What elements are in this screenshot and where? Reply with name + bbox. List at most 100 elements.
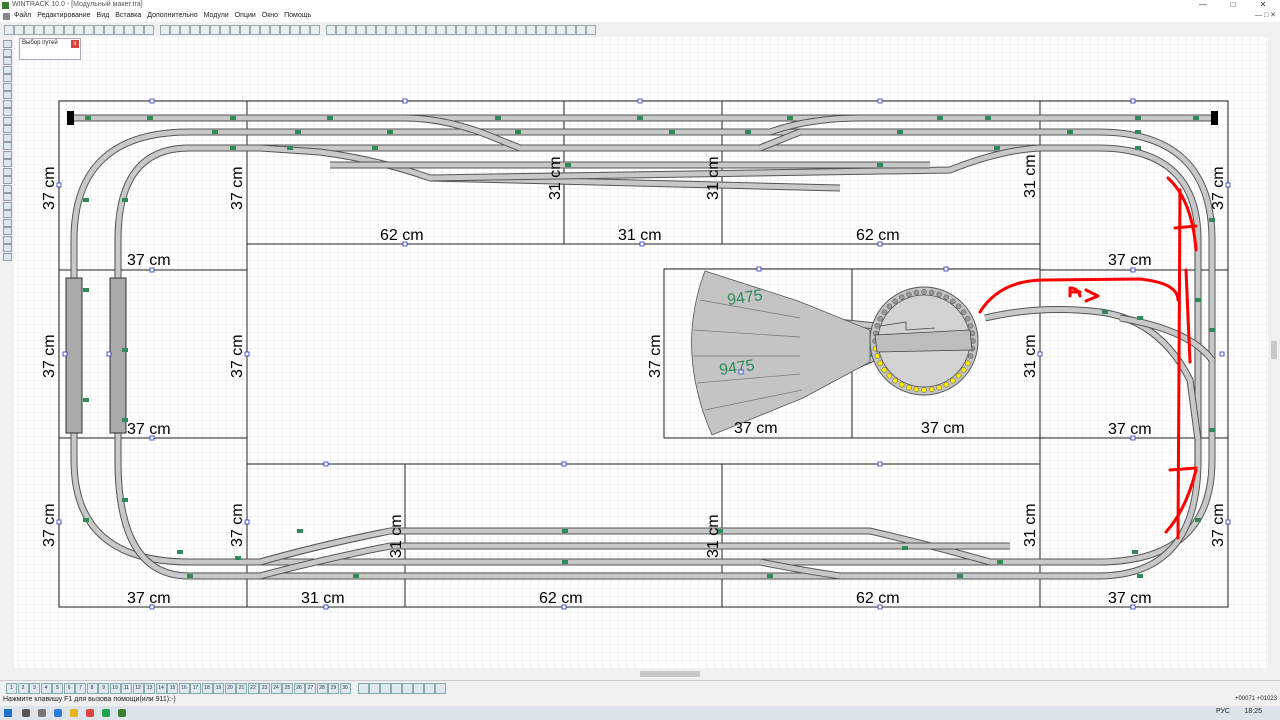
- layer-tab[interactable]: 20: [224, 683, 236, 694]
- menu-options[interactable]: Опции: [235, 12, 256, 19]
- layer-tab[interactable]: 19: [213, 683, 224, 694]
- tool-button[interactable]: [3, 244, 12, 252]
- layer-tool-button[interactable]: [391, 683, 402, 694]
- tool-button[interactable]: [3, 252, 12, 261]
- toolbar-button[interactable]: [160, 25, 170, 35]
- menu-extra[interactable]: Дополнительно: [147, 12, 197, 19]
- layer-tab[interactable]: 16: [178, 683, 190, 694]
- layer-tab[interactable]: 10: [109, 683, 121, 694]
- tool-button[interactable]: [3, 167, 12, 176]
- layer-tab[interactable]: 2: [17, 683, 29, 694]
- layer-tab[interactable]: 25: [282, 683, 293, 694]
- toolbar-button[interactable]: [220, 25, 230, 35]
- toolbar-button[interactable]: [144, 25, 154, 35]
- scroll-thumb[interactable]: [1271, 341, 1277, 359]
- toolbar-button[interactable]: [230, 25, 240, 35]
- toolbar-button[interactable]: [74, 25, 84, 35]
- tool-button[interactable]: [3, 65, 12, 74]
- tool-button[interactable]: [3, 74, 12, 82]
- tool-button[interactable]: [3, 201, 12, 210]
- toolbar-button[interactable]: [556, 25, 566, 35]
- toolbar-button[interactable]: [240, 25, 250, 35]
- folder-icon[interactable]: [70, 709, 78, 717]
- toolbar-button[interactable]: [426, 25, 436, 35]
- layer-tab[interactable]: 7: [75, 683, 86, 694]
- tool-button[interactable]: [3, 116, 12, 125]
- toolbar-button[interactable]: [250, 25, 260, 35]
- drawing-canvas[interactable]: 9475 9475 62 cm 31 cm 62 cm 37 cm 37 cm …: [14, 36, 1268, 668]
- toolbar-button[interactable]: [114, 25, 124, 35]
- tool-button[interactable]: [3, 99, 12, 108]
- layout-drawing[interactable]: 9475 9475 62 cm 31 cm 62 cm 37 cm 37 cm …: [14, 36, 1268, 668]
- toolbar-button[interactable]: [336, 25, 346, 35]
- layer-tool-button[interactable]: [435, 683, 446, 694]
- toolbar-button[interactable]: [466, 25, 476, 35]
- toolbar-button[interactable]: [566, 25, 576, 35]
- toolbar-button[interactable]: [24, 25, 34, 35]
- toolbar-button[interactable]: [14, 25, 24, 35]
- language-indicator[interactable]: РУС: [1216, 708, 1230, 715]
- maximize-button[interactable]: □: [1218, 0, 1248, 9]
- toolbar-button[interactable]: [376, 25, 386, 35]
- toolbar-button[interactable]: [536, 25, 546, 35]
- document-icon[interactable]: [3, 13, 10, 20]
- toolbar-button[interactable]: [200, 25, 210, 35]
- layer-tab[interactable]: 13: [144, 683, 155, 694]
- toolbar-button[interactable]: [526, 25, 536, 35]
- close-button[interactable]: ✕: [1248, 0, 1278, 9]
- tool-button[interactable]: [3, 227, 12, 235]
- layer-tab[interactable]: 9: [98, 683, 109, 694]
- toolbar-button[interactable]: [124, 25, 134, 35]
- layer-tab[interactable]: 8: [86, 683, 98, 694]
- vertical-scrollbar[interactable]: [1268, 36, 1280, 668]
- layer-tab[interactable]: 30: [339, 683, 351, 694]
- layer-tab[interactable]: 24: [270, 683, 282, 694]
- toolbar-button[interactable]: [516, 25, 526, 35]
- toolbar-button[interactable]: [496, 25, 506, 35]
- windows-start-icon[interactable]: [4, 709, 12, 717]
- toolbar-button[interactable]: [356, 25, 366, 35]
- minimize-button[interactable]: —: [1188, 0, 1218, 9]
- toolbar-button[interactable]: [416, 25, 426, 35]
- menu-window[interactable]: Окно: [262, 12, 278, 19]
- tool-button[interactable]: [3, 82, 12, 91]
- tool-button[interactable]: [3, 40, 12, 48]
- layer-tab[interactable]: 1: [6, 683, 17, 694]
- layer-tool-button[interactable]: [380, 683, 391, 694]
- toolbar-button[interactable]: [290, 25, 300, 35]
- layer-tab[interactable]: 12: [132, 683, 144, 694]
- toolbar-button[interactable]: [4, 25, 14, 35]
- toolbar-button[interactable]: [586, 25, 596, 35]
- tool-button[interactable]: [3, 235, 12, 244]
- toolbar-button[interactable]: [436, 25, 446, 35]
- tool-button[interactable]: [3, 133, 12, 142]
- toolbar-button[interactable]: [84, 25, 94, 35]
- layer-tab[interactable]: 6: [63, 683, 75, 694]
- menu-edit[interactable]: Редактирование: [37, 12, 90, 19]
- horizontal-scrollbar[interactable]: [14, 668, 1268, 680]
- toolbar-button[interactable]: [310, 25, 320, 35]
- toolbar-button[interactable]: [44, 25, 54, 35]
- toolbar-button[interactable]: [346, 25, 356, 35]
- panel-close-button[interactable]: x: [71, 40, 79, 48]
- app-icon[interactable]: [86, 709, 94, 717]
- scroll-thumb[interactable]: [640, 671, 700, 677]
- toolbar-button[interactable]: [446, 25, 456, 35]
- tool-button[interactable]: [3, 108, 12, 116]
- toolbar-button[interactable]: [326, 25, 336, 35]
- menu-view[interactable]: Вид: [97, 12, 110, 19]
- toolbar-button[interactable]: [134, 25, 144, 35]
- toolbar-button[interactable]: [406, 25, 416, 35]
- layer-tab[interactable]: 27: [305, 683, 316, 694]
- toolbar-button[interactable]: [104, 25, 114, 35]
- tool-button[interactable]: [3, 125, 12, 133]
- layer-tab[interactable]: 3: [29, 683, 40, 694]
- layer-tool-button[interactable]: [424, 683, 435, 694]
- layer-tab[interactable]: 18: [201, 683, 213, 694]
- layer-tab[interactable]: 23: [259, 683, 270, 694]
- toolbar-button[interactable]: [34, 25, 44, 35]
- tool-button[interactable]: [3, 57, 12, 65]
- toolbar-button[interactable]: [476, 25, 486, 35]
- menu-modules[interactable]: Модули: [204, 12, 229, 19]
- toolbar-button[interactable]: [94, 25, 104, 35]
